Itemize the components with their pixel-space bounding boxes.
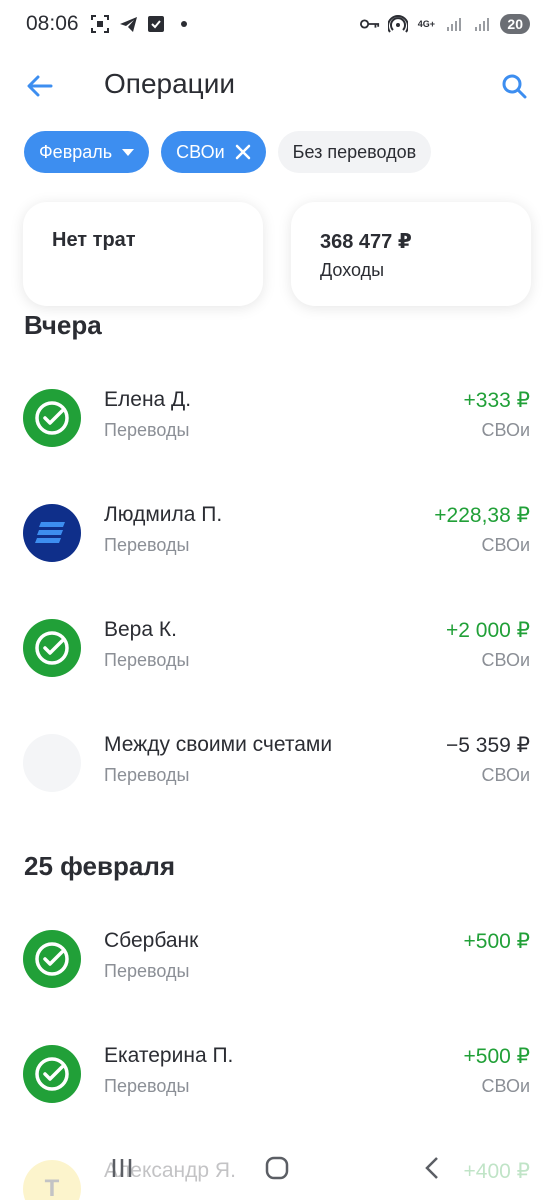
expenses-label: Нет трат bbox=[52, 229, 136, 251]
sber-check-icon bbox=[23, 1045, 81, 1103]
back-button[interactable] bbox=[22, 68, 58, 104]
status-icons-right: 4G+ 20 bbox=[360, 14, 530, 34]
sber-check-icon bbox=[23, 389, 81, 447]
filter-chips: Февраль СВОи Без переводов bbox=[24, 131, 432, 173]
section-header: 25 февраля bbox=[24, 851, 176, 881]
no-transfers-label: Без переводов bbox=[292, 141, 417, 162]
key-icon bbox=[360, 14, 380, 34]
operation-amount: +2 000 ₽ bbox=[445, 619, 530, 642]
month-filter-chip[interactable]: Февраль bbox=[24, 131, 150, 173]
scan-icon bbox=[90, 14, 110, 34]
recent-apps-icon bbox=[112, 1159, 132, 1177]
arrow-left-icon bbox=[27, 75, 53, 97]
expenses-card[interactable]: Нет трат bbox=[23, 202, 263, 306]
operation-category: Переводы bbox=[104, 650, 190, 670]
search-button[interactable] bbox=[496, 68, 532, 104]
checkbox-icon bbox=[146, 14, 166, 34]
status-bar: 08:06 4G+ 20 bbox=[0, 0, 554, 52]
operation-category: Переводы bbox=[104, 961, 190, 981]
sber-check-icon bbox=[23, 930, 81, 988]
operation-account: СВОи bbox=[481, 765, 530, 785]
operation-name: Между своими счетами bbox=[104, 733, 333, 756]
operation-name: Сбербанк bbox=[104, 929, 199, 952]
income-amount: 368 477 ₽ bbox=[320, 231, 412, 253]
close-icon[interactable] bbox=[235, 144, 251, 160]
operation-row[interactable]: Вера К. Переводы +2 000 ₽ СВОи bbox=[0, 607, 554, 707]
operation-row[interactable]: Екатерина П. Переводы +500 ₽ СВОи bbox=[0, 1033, 554, 1133]
operation-name: Елена Д. bbox=[104, 388, 192, 411]
operation-category: Переводы bbox=[104, 420, 190, 440]
operation-amount: +228,38 ₽ bbox=[434, 504, 530, 527]
account-filter-chip[interactable]: СВОи bbox=[161, 131, 266, 173]
operation-account: СВОи bbox=[481, 1076, 530, 1096]
home-icon bbox=[265, 1156, 289, 1180]
operation-row[interactable]: Елена Д. Переводы +333 ₽ СВОи bbox=[0, 377, 554, 477]
operation-category: Переводы bbox=[104, 1076, 190, 1096]
chevron-left-icon bbox=[425, 1157, 438, 1179]
summary-cards: Нет трат 368 477 ₽ Доходы bbox=[0, 200, 554, 310]
page-title: Операции bbox=[104, 68, 235, 99]
operation-amount: +500 ₽ bbox=[463, 1045, 531, 1068]
no-transfers-chip[interactable]: Без переводов bbox=[277, 131, 432, 173]
operation-category: Переводы bbox=[104, 535, 190, 555]
system-nav-bar bbox=[0, 1130, 554, 1200]
operation-account: СВОи bbox=[481, 535, 530, 555]
operation-account: СВОи bbox=[481, 420, 530, 440]
status-icons-left bbox=[90, 14, 194, 34]
operation-name: Вера К. bbox=[104, 618, 177, 641]
operation-amount: +333 ₽ bbox=[463, 389, 531, 412]
telegram-icon bbox=[118, 14, 138, 34]
operation-category: Переводы bbox=[104, 765, 190, 785]
operation-account: СВОи bbox=[481, 650, 530, 670]
recent-apps-button[interactable] bbox=[102, 1148, 142, 1188]
operation-amount: −5 359 ₽ bbox=[445, 734, 530, 757]
search-icon bbox=[502, 74, 527, 99]
bank-stripes-icon bbox=[23, 504, 81, 562]
home-button[interactable] bbox=[257, 1148, 297, 1188]
operation-name: Людмила П. bbox=[104, 503, 223, 526]
network-type-icon: 4G+ bbox=[417, 18, 436, 29]
income-card[interactable]: 368 477 ₽ Доходы bbox=[291, 202, 531, 306]
sber-check-icon bbox=[23, 619, 81, 677]
account-filter-label: СВОи bbox=[176, 141, 225, 162]
top-bar: Операции bbox=[0, 58, 554, 114]
battery-indicator: 20 bbox=[500, 14, 530, 34]
dot-icon bbox=[174, 14, 194, 34]
signal-icon-2 bbox=[472, 14, 492, 34]
section-header: Вчера bbox=[24, 310, 102, 340]
income-label: Доходы bbox=[320, 260, 385, 280]
status-time: 08:06 bbox=[26, 12, 79, 35]
operation-amount: +500 ₽ bbox=[463, 930, 531, 953]
back-nav-button[interactable] bbox=[412, 1148, 452, 1188]
operation-row[interactable]: Людмила П. Переводы +228,38 ₽ СВОи bbox=[0, 492, 554, 592]
operation-row[interactable]: Между своими счетами Переводы −5 359 ₽ С… bbox=[0, 722, 554, 822]
operation-name: Екатерина П. bbox=[104, 1044, 234, 1067]
empty-avatar bbox=[23, 734, 81, 792]
month-filter-label: Февраль bbox=[39, 141, 113, 162]
dropdown-triangle-icon bbox=[122, 148, 135, 156]
hotspot-icon bbox=[388, 14, 409, 34]
operation-row[interactable]: Сбербанк Переводы +500 ₽ bbox=[0, 918, 554, 1018]
signal-icon bbox=[444, 14, 464, 34]
